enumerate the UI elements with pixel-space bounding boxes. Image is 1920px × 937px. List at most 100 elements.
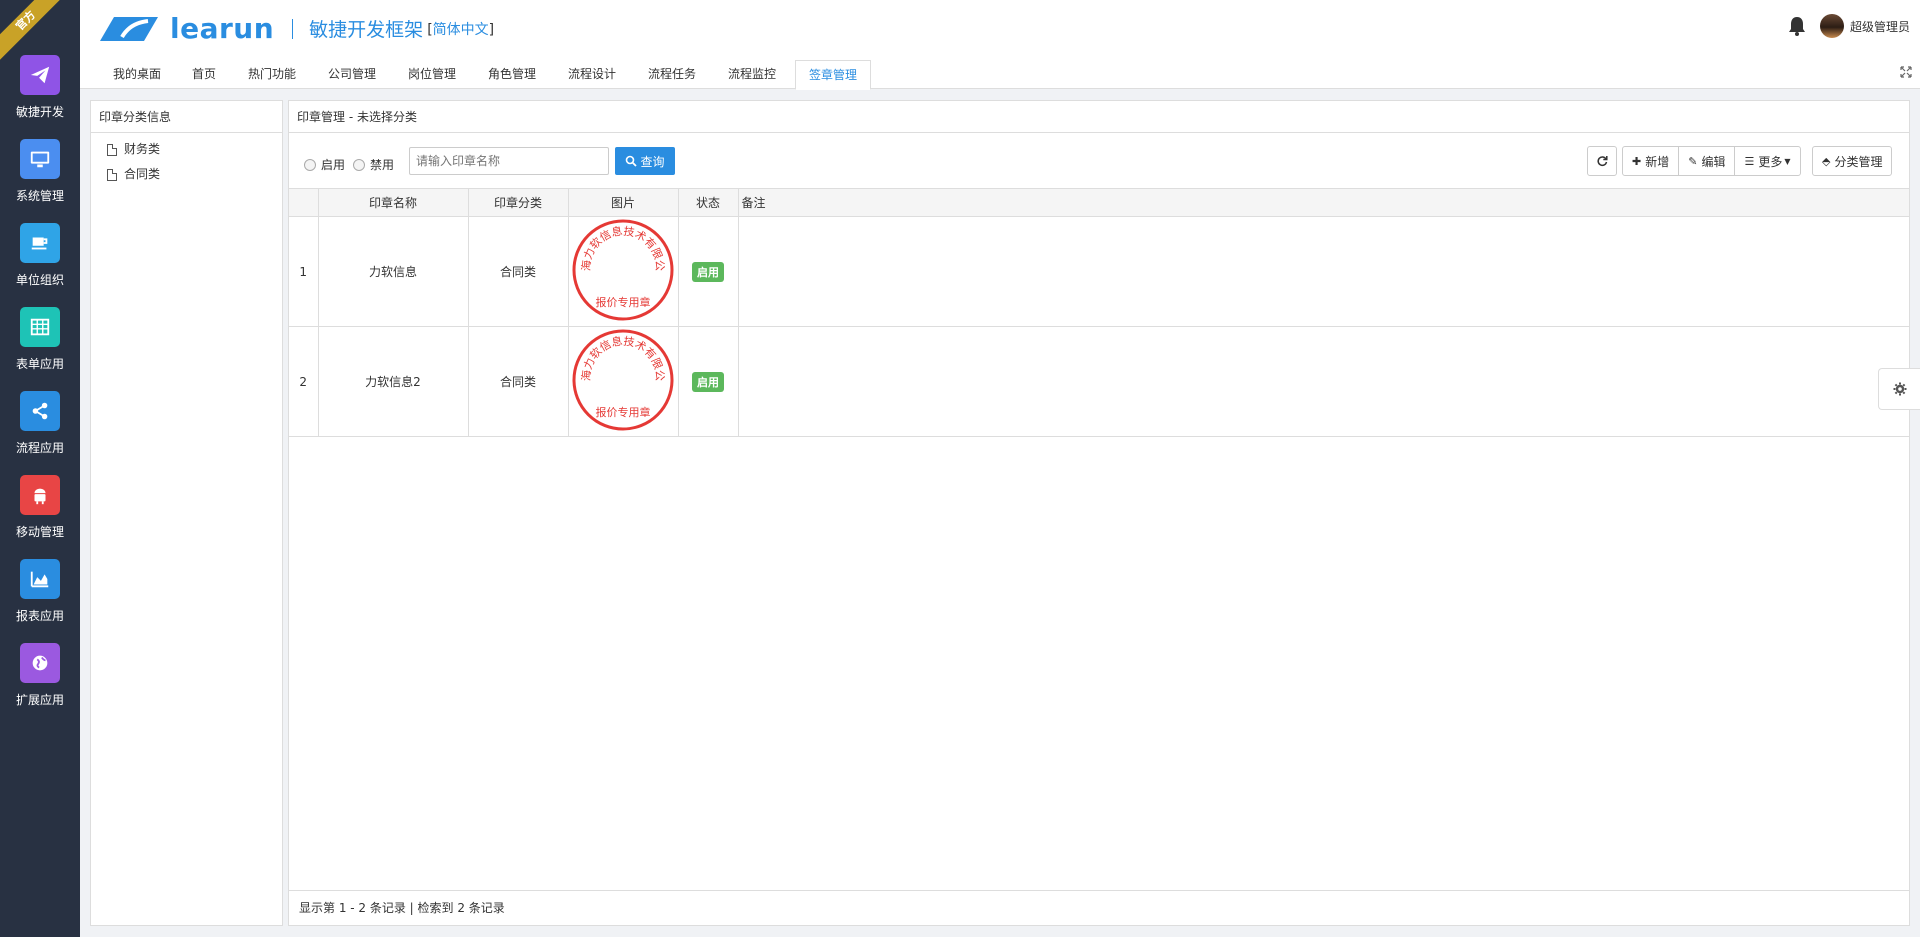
sidebar-item-label: 移动管理 (15, 525, 64, 539)
sidebar-item-label: 流程应用 (15, 441, 64, 455)
sidebar-item-forms[interactable]: 表单应用 (0, 307, 80, 372)
sidebar-item-extensions[interactable]: 扩展应用 (0, 643, 80, 708)
tab-flow-monitor[interactable]: 流程监控 (715, 60, 789, 89)
category-panel-title: 印章分类信息 (91, 101, 282, 133)
tab-hot-functions[interactable]: 热门功能 (235, 60, 309, 89)
tree-item-contract[interactable]: 合同类 (91, 162, 282, 187)
tags-icon: ⬘ (1822, 154, 1831, 168)
tab-role[interactable]: 角色管理 (475, 60, 549, 89)
settings-button[interactable] (1878, 368, 1920, 410)
refresh-button[interactable] (1587, 146, 1617, 176)
bell-icon[interactable] (1788, 16, 1806, 36)
sidebar-item-system[interactable]: 系统管理 (0, 139, 80, 204)
category-manage-label: 分类管理 (1834, 154, 1883, 169)
add-button[interactable]: ✚ 新增 (1622, 146, 1680, 176)
sidebar-item-workflow[interactable]: 流程应用 (0, 391, 80, 456)
file-icon (107, 143, 117, 156)
radio-disabled-label: 禁用 (370, 158, 395, 172)
area-chart-icon (20, 559, 60, 599)
toolbar: 启用 禁用 查询 ✚新增 ✎编辑 ☰更多▼ ⬘分类管理 (289, 134, 1909, 188)
sidebar-item-agile-dev[interactable]: 敏捷开发 (0, 55, 80, 120)
tab-flow-design[interactable]: 流程设计 (555, 60, 629, 89)
sidebar-item-organization[interactable]: 单位组织 (0, 223, 80, 288)
coffee-icon (20, 223, 60, 263)
official-ribbon-label: 官方 (0, 0, 60, 60)
column-header-note[interactable]: 备注 (738, 188, 1909, 217)
table-header-row: 印章名称 印章分类 图片 状态 备注 (289, 188, 1909, 217)
tab-position[interactable]: 岗位管理 (395, 60, 469, 89)
seal-name-search-input[interactable] (409, 147, 609, 175)
search-button[interactable]: 查询 (615, 147, 675, 175)
top-header: learun 敏捷开发框架 [简体中文] 超级管理员 (80, 0, 1920, 58)
status-cell: 启用 (678, 216, 739, 327)
column-header-image[interactable]: 图片 (568, 188, 679, 217)
edit-button[interactable]: ✎ 编辑 (1678, 146, 1736, 176)
tab-signature[interactable]: 签章管理 (795, 60, 872, 90)
tab-bar: 我的桌面 首页 热门功能 公司管理 岗位管理 角色管理 流程设计 流程任务 流程… (80, 58, 1920, 90)
fullscreen-icon[interactable] (1900, 66, 1912, 78)
row-number: 2 (289, 326, 319, 437)
column-header-category[interactable]: 印章分类 (468, 188, 569, 217)
tab-home[interactable]: 首页 (179, 60, 229, 89)
radio-enabled-label: 启用 (321, 158, 346, 172)
edit-button-label: 编辑 (1701, 154, 1726, 169)
tab-company[interactable]: 公司管理 (315, 60, 389, 89)
column-header-rownum (289, 188, 319, 217)
seal-table: 印章名称 印章分类 图片 状态 备注 1 力软信息 合同类 海力软信息技术有限公… (289, 188, 1909, 437)
sidebar-item-mobile[interactable]: 移动管理 (0, 475, 80, 540)
left-sidebar: 官方 敏捷开发 系统管理 单位组织 表单应用 流程应用 移动管理 报表应用 扩展… (0, 0, 80, 937)
tab-flow-task[interactable]: 流程任务 (635, 60, 709, 89)
stamp-bottom-text: 报价专用章 (596, 295, 651, 309)
radio-circle[interactable] (304, 158, 316, 171)
file-icon (107, 168, 117, 181)
table-row[interactable]: 2 力软信息2 合同类 上海力软信息技术有限公司 报价专用章 启用 (289, 318, 1909, 437)
row-number: 1 (289, 216, 319, 327)
seal-management-panel: 印章管理 - 未选择分类 启用 禁用 查询 ✚新增 ✎编辑 ☰更多▼ ⬘分类管理 (288, 100, 1910, 926)
sidebar-item-label: 单位组织 (15, 273, 64, 287)
tree-item-label: 财务类 (124, 142, 161, 156)
sidebar-item-label: 扩展应用 (15, 693, 64, 707)
table-row[interactable]: 1 力软信息 合同类 上海力软信息技术有限公司 报价专用章 启用 (289, 208, 1909, 327)
add-button-label: 新增 (1645, 154, 1670, 169)
seal-image-cell: 上海力软信息技术有限公司 报价专用章 (566, 208, 679, 327)
android-icon (20, 475, 60, 515)
tree-item-finance[interactable]: 财务类 (91, 137, 282, 162)
status-badge: 启用 (692, 261, 724, 282)
caret-down-icon: ▼ (1784, 156, 1791, 166)
tree-item-label: 合同类 (124, 167, 161, 181)
stamp-bottom-text: 报价专用章 (596, 405, 651, 419)
official-ribbon: 官方 (0, 0, 60, 60)
language-label: 简体中文 (432, 21, 489, 38)
tab-my-desktop[interactable]: 我的桌面 (100, 60, 174, 89)
status-badge: 启用 (692, 371, 724, 392)
user-name[interactable]: 超级管理员 (1850, 18, 1910, 35)
stamp-company-text: 上海力软信息技术有限公司 (571, 328, 666, 381)
category-panel: 印章分类信息 财务类 合同类 (90, 100, 283, 926)
sidebar-item-reports[interactable]: 报表应用 (0, 559, 80, 624)
logo[interactable]: learun 敏捷开发框架 [简体中文] (100, 12, 494, 45)
note-cell (738, 326, 1909, 437)
sidebar-item-label: 报表应用 (15, 609, 64, 623)
avatar[interactable] (1819, 14, 1844, 38)
more-button[interactable]: ☰ 更多 ▼ (1734, 146, 1801, 176)
note-cell (738, 216, 1909, 327)
language-switch[interactable]: [简体中文] (427, 19, 494, 39)
radio-circle[interactable] (353, 158, 365, 171)
learun-logo-mark-icon (100, 16, 158, 41)
pagination-info: 显示第 1 - 2 条记录 | 检索到 2 条记录 (289, 890, 1909, 925)
seal-stamp-image: 上海力软信息技术有限公司 报价专用章 (566, 318, 674, 431)
category-manage-button[interactable]: ⬘ 分类管理 (1812, 146, 1893, 176)
seal-category: 合同类 (468, 216, 569, 327)
language-bracket-close: ] (488, 21, 495, 38)
radio-enabled[interactable]: 启用 (304, 156, 345, 173)
logo-divider (292, 18, 294, 39)
column-header-name[interactable]: 印章名称 (318, 188, 469, 217)
gear-icon (1893, 382, 1906, 396)
refresh-icon (1597, 156, 1608, 167)
seal-name: 力软信息2 (318, 326, 469, 437)
search-button-label: 查询 (640, 154, 665, 169)
column-header-status[interactable]: 状态 (678, 188, 739, 217)
app-title: 敏捷开发框架 (309, 19, 424, 41)
seal-image-cell: 上海力软信息技术有限公司 报价专用章 (566, 318, 679, 437)
radio-disabled[interactable]: 禁用 (353, 156, 394, 173)
